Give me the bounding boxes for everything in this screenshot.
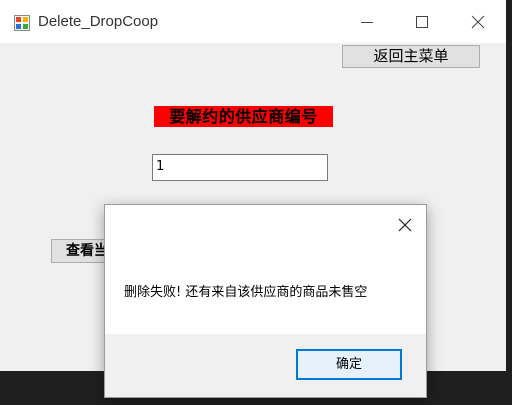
dialog-message: 删除失败! 还有来自该供应商的商品未售空 — [124, 285, 368, 300]
minimize-button[interactable] — [339, 0, 395, 43]
close-button[interactable] — [450, 0, 506, 43]
error-dialog: 删除失败! 还有来自该供应商的商品未售空 确定 — [104, 204, 427, 398]
supplier-id-label: 要解约的供应商编号 — [154, 106, 333, 127]
ok-button[interactable]: 确定 — [296, 349, 402, 380]
supplier-id-input[interactable]: 1 — [152, 154, 328, 181]
maximize-icon — [416, 16, 428, 28]
title-bar: Delete_DropCoop — [0, 0, 506, 43]
close-icon — [398, 218, 412, 232]
app-icon — [14, 15, 30, 31]
window-title: Delete_DropCoop — [38, 13, 159, 30]
dialog-close-button[interactable] — [397, 217, 413, 233]
close-icon — [471, 15, 485, 29]
back-to-main-menu-button[interactable]: 返回主菜单 — [342, 45, 480, 68]
minimize-icon — [361, 22, 373, 23]
maximize-button[interactable] — [394, 0, 450, 43]
dialog-footer: 确定 — [105, 334, 426, 397]
